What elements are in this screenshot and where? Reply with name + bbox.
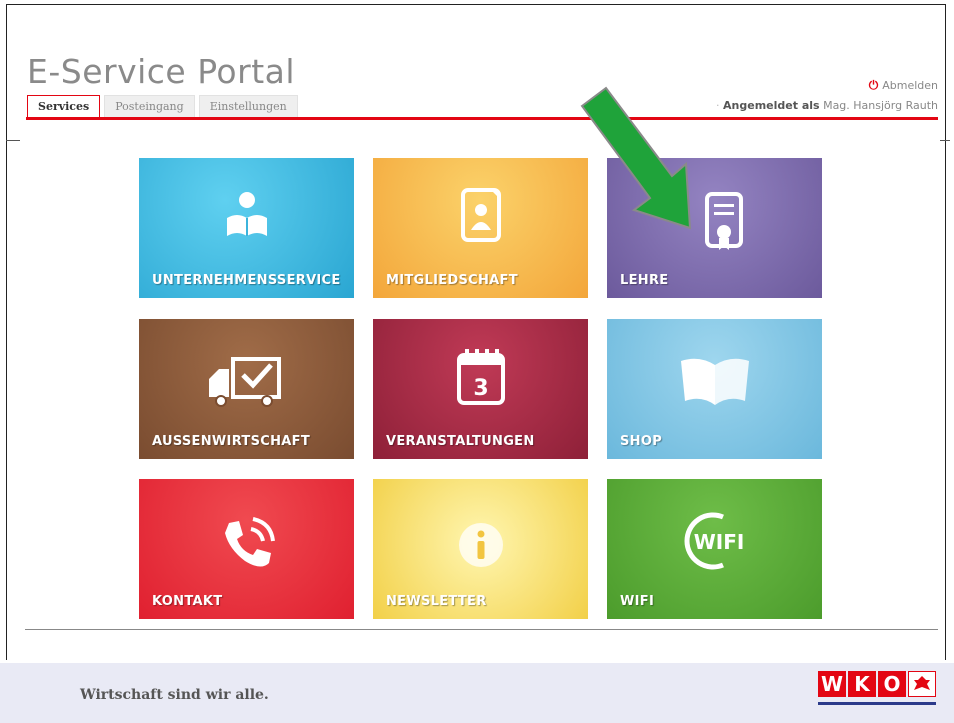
login-status: · Angemeldet als Mag. Hansjörg Rauth [716,99,938,112]
logout-link[interactable]: ⏻ Abmelden [869,78,938,93]
book-icon [680,358,749,405]
power-icon: ⏻ [868,78,879,92]
wko-logo-subline [818,702,936,705]
tile-label: VERANSTALTUNGEN [386,434,535,449]
tile-label: WIFI [620,594,655,609]
tile-label: KONTAKT [152,594,223,609]
tile-label: SHOP [620,434,663,449]
portal-header: E-Service Portal Services Posteingang Ei… [20,52,938,122]
wifi-logo-icon: WIFI [684,512,744,570]
content-divider [25,629,938,630]
green-arrow-annotation [580,86,692,230]
tile-mitgliedschaft[interactable]: MITGLIEDSCHAFT [373,158,588,298]
footer: Wirtschaft sind wir alle. W K O [0,663,954,723]
tile-veranstaltungen[interactable]: 3 VERANSTALTUNGEN [373,319,588,459]
tile-label: NEWSLETTER [386,594,487,609]
login-prefix: Angemeldet als [723,99,820,112]
tile-newsletter[interactable]: NEWSLETTER [373,479,588,619]
left-separator [6,140,20,141]
tile-kontakt[interactable]: KONTAKT [139,479,354,619]
logo-letter-w: W [818,671,846,697]
tab-posteingang[interactable]: Posteingang [104,95,195,119]
logout-label: Abmelden [882,79,938,92]
wko-logo: W K O [818,671,936,697]
tile-aussenwirtschaft[interactable]: AUSSENWIRTSCHAFT [139,319,354,459]
reader-icon [226,192,267,236]
header-divider [26,117,938,120]
tile-unternehmensservice[interactable]: UNTERNEHMENSSERVICE [139,158,354,298]
phone-icon [224,517,275,567]
calendar-day: 3 [473,376,488,401]
logo-letter-o: O [878,671,906,697]
right-separator [940,140,950,141]
footer-slogan: Wirtschaft sind wir alle. [80,687,269,703]
logo-letter-k: K [848,671,876,697]
tile-label: LEHRE [620,273,669,288]
crest-icon [908,671,936,697]
wifi-logo-text: WIFI [693,530,744,554]
tile-label: UNTERNEHMENSSERVICE [152,273,341,288]
info-icon [458,523,503,567]
tile-shop[interactable]: SHOP [607,319,822,459]
calendar-icon: 3 [456,349,505,405]
tab-services[interactable]: Services [27,95,101,119]
truck-icon [208,357,281,407]
page-title: E-Service Portal [27,52,296,91]
tile-label: AUSSENWIRTSCHAFT [152,434,310,449]
tile-label: MITGLIEDSCHAFT [386,273,518,288]
tile-wifi[interactable]: WIFI WIFI [607,479,822,619]
tab-einstellungen[interactable]: Einstellungen [198,95,298,119]
login-user: Mag. Hansjörg Rauth [823,99,938,112]
member-card-icon [460,188,501,242]
tab-bar: Services Posteingang Einstellungen [27,95,298,119]
